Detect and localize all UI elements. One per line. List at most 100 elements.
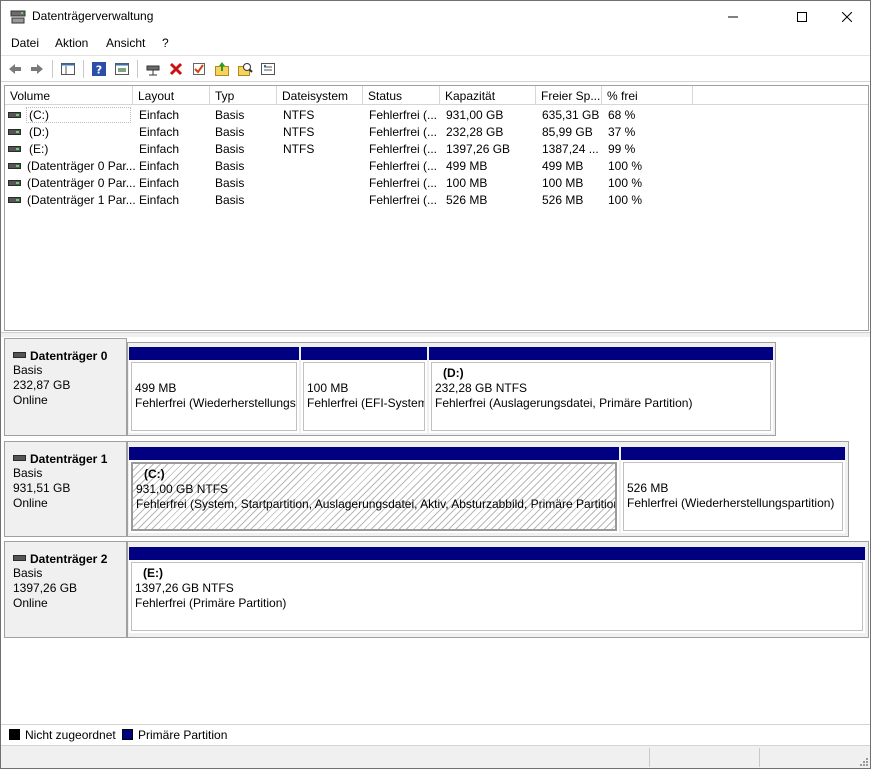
typ-cell: Basis [215,159,245,173]
column-header-freier-speicher[interactable]: Freier Sp... [536,86,602,105]
search-button[interactable] [235,59,255,79]
disk-icon [13,352,26,358]
menu-datei[interactable]: Datei [11,36,39,50]
typ-cell: Basis [215,108,245,122]
typ-cell: Basis [215,176,245,190]
dateisystem-cell: NTFS [283,142,315,156]
partition-status: Fehlerfrei (EFI-System [307,396,425,410]
partition-block[interactable]: (C:) 931,00 GB NTFS Fehlerfrei (System, … [129,447,619,533]
disk-1-label[interactable]: Datenträger 1 Basis 931,51 GB Online [4,441,127,537]
partition-block[interactable]: 499 MB Fehlerfrei (Wiederherstellungs [129,347,299,433]
typ-cell: Basis [215,125,245,139]
disk-state: Online [13,496,48,510]
partition-size: 499 MB [135,381,177,395]
settings-list-button[interactable] [258,59,278,79]
legend-swatch-primary [122,729,133,740]
folder-up-button[interactable] [212,59,232,79]
partition-bar [129,347,299,360]
volume-row[interactable]: (Datenträger 0 Par... Einfach Basis Fehl… [5,157,868,174]
pane-splitter[interactable] [1,332,870,337]
partition-block[interactable]: (D:) 232,28 GB NTFS Fehlerfrei (Auslager… [429,347,773,433]
prozent-frei-cell: 68 % [608,108,636,122]
prozent-frei-cell: 100 % [608,176,643,190]
forward-button[interactable] [27,59,47,79]
column-header-kapazitaet[interactable]: Kapazität [440,86,536,105]
minimize-button[interactable] [710,1,756,32]
partition-body: (C:) 931,00 GB NTFS Fehlerfrei (System, … [131,462,617,531]
volume-icon [8,180,21,186]
partition-block[interactable]: 100 MB Fehlerfrei (EFI-System [301,347,427,433]
status-cell: Fehlerfrei (... [369,193,438,207]
maximize-button[interactable] [779,1,825,32]
kapazitaet-cell: 232,28 GB [446,125,504,139]
disk-type: Basis [13,363,43,377]
legend-swatch-unallocated [9,729,20,740]
close-button[interactable] [824,1,870,32]
partition-block[interactable]: (E:) 1397,26 GB NTFS Fehlerfrei (Primäre… [129,547,865,633]
disk-0-label[interactable]: Datenträger 0 Basis 232,87 GB Online [4,338,127,436]
toolbar: ? [1,55,870,82]
column-header-dateisystem[interactable]: Dateisystem [277,86,363,105]
column-header-typ[interactable]: Typ [210,86,277,105]
title-bar[interactable]: Datenträgerverwaltung [1,1,870,32]
connect-disk-button[interactable] [143,59,163,79]
disk-icon [13,555,26,561]
back-button[interactable] [5,59,25,79]
volume-row[interactable]: (D:) Einfach Basis NTFS Fehlerfrei (... … [5,123,868,140]
kapazitaet-cell: 1397,26 GB [446,142,511,156]
volume-icon [8,112,21,118]
partition-bar [129,547,865,560]
console-tree-button[interactable] [58,59,78,79]
properties-button[interactable] [112,59,132,79]
volume-row[interactable]: (Datenträger 0 Par... Einfach Basis Fehl… [5,174,868,191]
partition-block[interactable]: 526 MB Fehlerfrei (Wiederherstellungspar… [621,447,845,533]
disk-1-partitions: (C:) 931,00 GB NTFS Fehlerfrei (System, … [127,441,849,537]
partition-size: 1397,26 GB NTFS [135,581,234,595]
column-header-volume[interactable]: Volume [5,86,133,105]
layout-cell: Einfach [139,176,180,190]
disk-name: Datenträger 0 [30,349,108,363]
freier-speicher-cell: 499 MB [542,159,584,173]
partition-body: (E:) 1397,26 GB NTFS Fehlerfrei (Primäre… [131,562,863,631]
volume-icon [8,129,21,135]
dateisystem-cell: NTFS [283,125,315,139]
menu-ansicht[interactable]: Ansicht [106,36,145,50]
disk-type: Basis [13,566,43,580]
menu-help[interactable]: ? [162,36,169,50]
toolbar-separator [52,60,53,78]
partition-size: 931,00 GB NTFS [136,482,229,496]
volume-cell: (Datenträger 0 Par... [27,159,135,173]
status-cell: Fehlerfrei (... [369,176,438,190]
disk-pane[interactable]: Datenträger 0 Basis 232,87 GB Online 499… [4,338,869,723]
help-button[interactable]: ? [89,59,109,79]
delete-button[interactable] [166,59,186,79]
volume-row[interactable]: (Datenträger 1 Par... Einfach Basis Fehl… [5,191,868,208]
column-header-prozent-frei[interactable]: % frei [602,86,693,105]
legend-label-primary: Primäre Partition [138,728,228,742]
column-header-status[interactable]: Status [363,86,440,105]
volume-row[interactable]: (C:) Einfach Basis NTFS Fehlerfrei (... … [5,106,868,123]
prozent-frei-cell: 99 % [608,142,636,156]
toolbar-separator [83,60,84,78]
back-arrow-icon [9,64,21,74]
status-cell: Fehlerfrei (... [369,142,438,156]
partition-status: Fehlerfrei (System, Startpartition, Ausl… [136,497,617,511]
kapazitaet-cell: 499 MB [446,159,488,173]
layout-cell: Einfach [139,108,180,122]
partition-body: 526 MB Fehlerfrei (Wiederherstellungspar… [623,462,843,531]
layout-cell: Einfach [139,125,180,139]
check-button[interactable] [189,59,209,79]
volume-row[interactable]: (E:) Einfach Basis NTFS Fehlerfrei (... … [5,140,868,157]
volume-list[interactable]: Volume Layout Typ Dateisystem Status Kap… [4,85,869,331]
disk-2-label[interactable]: Datenträger 2 Basis 1397,26 GB Online [4,541,127,638]
partition-body: 100 MB Fehlerfrei (EFI-System [303,362,425,431]
close-icon [842,11,852,22]
resize-grip-icon[interactable] [858,756,868,766]
kapazitaet-cell: 526 MB [446,193,488,207]
forward-arrow-icon [31,64,43,74]
volume-cell: (D:) [29,125,49,139]
menu-aktion[interactable]: Aktion [55,36,88,50]
column-header-layout[interactable]: Layout [133,86,210,105]
prozent-frei-cell: 37 % [608,125,636,139]
minimize-icon [728,16,738,17]
